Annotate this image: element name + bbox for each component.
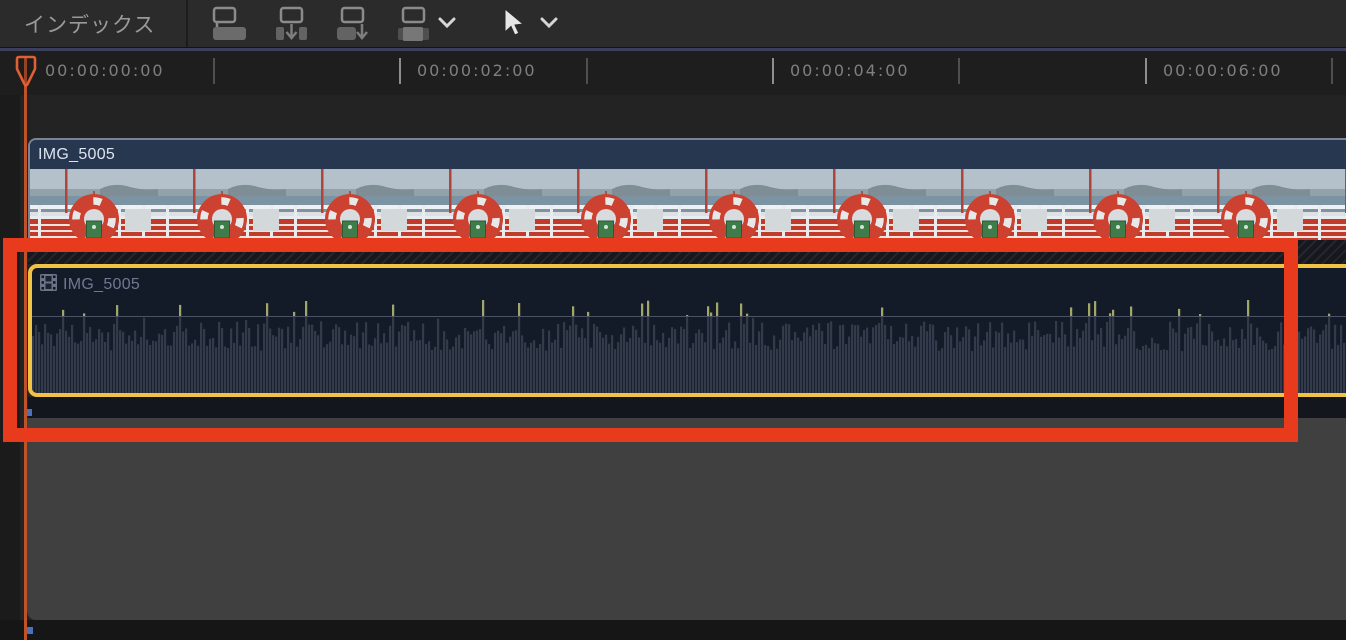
index-button[interactable]: インデックス [24, 0, 155, 47]
ruler-tick [1145, 58, 1147, 84]
window-accent-line [0, 48, 1346, 51]
ruler-tick [958, 58, 960, 84]
fcp-timeline-window: インデックス 00:00:00:00 00:00:02:00 00:00:04:… [0, 0, 1346, 640]
overwrite-clip-icon[interactable] [333, 5, 373, 43]
timeline-ruler[interactable]: 00:00:00:00 00:00:02:00 00:00:04:00 00:00:0… [0, 51, 1346, 95]
timeline-bottom-strip [0, 620, 1346, 640]
annotation-rectangle [3, 238, 1298, 442]
ruler-timecode: 00:00:06:00 [1163, 61, 1283, 80]
clip-connection-handle-bottom[interactable] [26, 627, 33, 634]
ruler-tick [772, 58, 774, 84]
video-clip-title: IMG_5005 [30, 140, 1346, 169]
ruler-tick [399, 58, 401, 84]
ruler-tick [586, 58, 588, 84]
ruler-timecode: 00:00:02:00 [417, 61, 537, 80]
timeline-toolbar: インデックス [0, 0, 1346, 47]
edit-options-chevron-icon[interactable] [438, 16, 456, 34]
insert-clip-icon[interactable] [272, 5, 312, 43]
video-clip[interactable]: IMG_5005 [28, 138, 1346, 240]
arrow-tool-icon[interactable] [502, 7, 542, 46]
ruler-timecode: 00:00:00:00 [45, 61, 165, 80]
playhead-handle-icon[interactable] [13, 55, 39, 94]
append-clip-icon[interactable] [394, 5, 434, 43]
tools-menu-chevron-icon[interactable] [540, 16, 558, 34]
ruler-timecode: 00:00:04:00 [790, 61, 910, 80]
toolbar-divider [186, 0, 188, 47]
ruler-tick [213, 58, 215, 84]
ruler-tick [1331, 58, 1333, 84]
timeline-lane-background [27, 418, 1346, 620]
video-filmstrip-thumbnails [30, 169, 1346, 240]
connect-clip-icon[interactable] [210, 5, 250, 43]
